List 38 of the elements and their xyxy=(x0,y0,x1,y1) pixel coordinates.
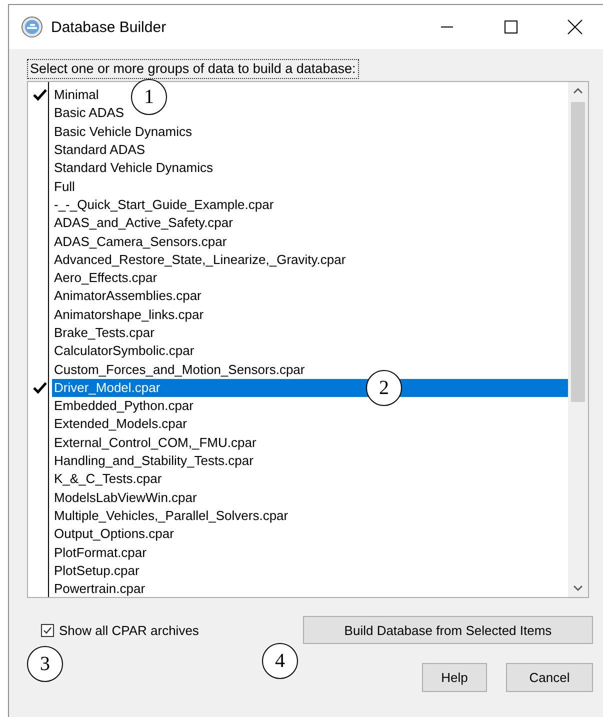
list-item[interactable]: Output_Options.cpar xyxy=(52,525,176,544)
list-item[interactable]: Custom_Forces_and_Motion_Sensors.cpar xyxy=(52,360,307,379)
list-item[interactable]: Brake_Tests.cpar xyxy=(52,324,156,342)
checkbox-label: Show all CPAR archives xyxy=(59,622,199,638)
list-item[interactable]: PlotFormat.cpar xyxy=(52,544,148,562)
list-item[interactable]: Basic Vehicle Dynamics xyxy=(52,122,194,141)
list-item[interactable]: Embedded_Python.cpar xyxy=(52,397,196,416)
app-icon xyxy=(21,16,43,38)
list-item[interactable]: Powertrain.cpar xyxy=(52,580,148,598)
scrollbar[interactable] xyxy=(568,82,588,597)
list-item[interactable]: -_-_Quick_Start_Guide_Example.cpar xyxy=(52,196,276,214)
list-item[interactable]: Aero_Effects.cpar xyxy=(52,269,160,288)
list-item[interactable]: Standard Vehicle Dynamics xyxy=(52,159,215,178)
list-item[interactable]: Standard ADAS xyxy=(52,141,148,160)
list-item[interactable]: ADAS_Camera_Sensors.cpar xyxy=(52,232,229,251)
window-title: Database Builder xyxy=(51,18,168,36)
list-item[interactable]: ModelsLabViewWin.cpar xyxy=(52,488,199,507)
close-icon[interactable] xyxy=(567,19,583,35)
list-item[interactable]: Animatorshape_links.cpar xyxy=(52,306,206,324)
maximize-icon[interactable] xyxy=(504,20,518,34)
list-item[interactable]: K_&_C_Tests.cpar xyxy=(52,470,164,488)
list-item[interactable]: Extended_Models.cpar xyxy=(52,415,189,434)
list-item[interactable]: CalculatorSymbolic.cpar xyxy=(52,342,196,360)
list-item[interactable]: Basic ADAS xyxy=(52,104,126,122)
list-item[interactable]: Multiple_Vehicles,_Parallel_Solvers.cpar xyxy=(52,506,290,525)
list-item[interactable]: Advanced_Restore_State,_Linearize,_Gravity.cpar xyxy=(52,250,348,269)
dialog-button[interactable]: Cancel xyxy=(506,663,593,692)
list-item[interactable]: External_Control_COM,_FMU.cpar xyxy=(52,434,258,452)
instruction-label: Select one or more groups of data to build a database: xyxy=(27,59,359,79)
list-item[interactable]: Minimal xyxy=(52,86,101,104)
list-item[interactable]: AnimatorAssemblies.cpar xyxy=(52,287,204,306)
list-item[interactable]: Full xyxy=(52,178,77,196)
build-database-button[interactable]: Build Database from Selected Items xyxy=(303,616,593,644)
list-item[interactable]: PlotSetup.cpar xyxy=(52,562,142,580)
dialog-button[interactable]: Help xyxy=(422,663,487,692)
list-item[interactable]: Handling_and_Stability_Tests.cpar xyxy=(52,452,256,470)
checkbox[interactable] xyxy=(41,624,54,636)
list-item[interactable]: ADAS_and_Active_Safety.cpar xyxy=(52,214,235,232)
